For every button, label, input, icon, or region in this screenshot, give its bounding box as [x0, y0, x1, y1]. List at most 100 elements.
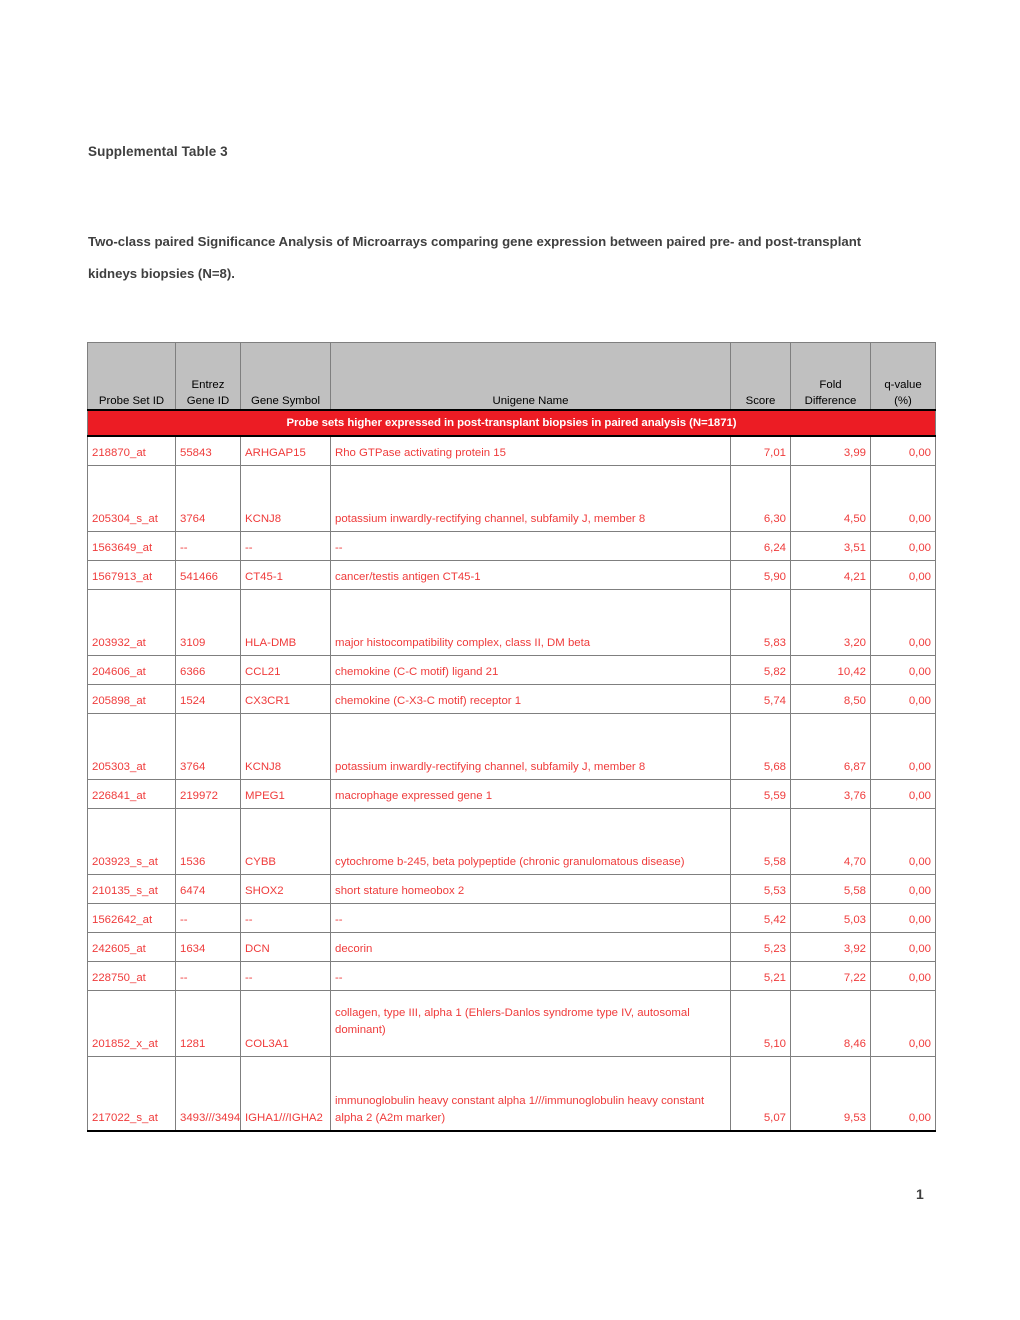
- cell-q-value: 0,00: [870, 713, 936, 780]
- caption-line-2: kidneys biopsies (N=8).: [88, 266, 235, 282]
- cell-score: 5,83: [730, 589, 791, 656]
- cell-probe-set-id: 242605_at: [87, 932, 176, 962]
- cell-fold-difference: 6,87: [790, 713, 871, 780]
- cell-entrez-gene-id: 55843: [175, 435, 241, 466]
- cell-q-value: 0,00: [870, 560, 936, 590]
- cell-unigene-name: chemokine (C-X3-C motif) receptor 1: [330, 684, 731, 714]
- cell-entrez-gene-id: 3493///3494: [175, 1056, 241, 1132]
- cell-gene-symbol: HLA-DMB: [240, 589, 331, 656]
- table-row: 1562642_at -- -- -- 5,42 5,03 0,00: [87, 903, 936, 933]
- cell-gene-symbol: SHOX2: [240, 874, 331, 904]
- cell-score: 5,59: [730, 779, 791, 809]
- cell-entrez-gene-id: 3764: [175, 465, 241, 532]
- cell-probe-set-id: 210135_s_at: [87, 874, 176, 904]
- table-row: 228750_at -- -- -- 5,21 7,22 0,00: [87, 961, 936, 991]
- cell-fold-difference: 8,46: [790, 990, 871, 1057]
- cell-gene-symbol: --: [240, 961, 331, 991]
- cell-q-value: 0,00: [870, 932, 936, 962]
- column-header-unigene-name: Unigene Name: [330, 342, 731, 411]
- cell-q-value: 0,00: [870, 961, 936, 991]
- cell-probe-set-id: 1562642_at: [87, 903, 176, 933]
- cell-entrez-gene-id: 3109: [175, 589, 241, 656]
- table-row: 203923_s_at 1536 CYBB cytochrome b-245, …: [87, 808, 936, 875]
- cell-q-value: 0,00: [870, 465, 936, 532]
- cell-entrez-gene-id: 6474: [175, 874, 241, 904]
- table-row: 205304_s_at 3764 KCNJ8 potassium inwardl…: [87, 465, 936, 532]
- caption-line-1: Two-class paired Significance Analysis o…: [88, 234, 862, 249]
- section-banner-label: Probe sets higher expressed in post-tran…: [87, 409, 936, 437]
- table-row: 205898_at 1524 CX3CR1 chemokine (C-X3-C …: [87, 684, 936, 714]
- table-row: 204606_at 6366 CCL21 chemokine (C-C moti…: [87, 655, 936, 685]
- cell-probe-set-id: 1563649_at: [87, 531, 176, 561]
- table-body: Probe sets higher expressed in post-tran…: [87, 409, 936, 1132]
- cell-score: 5,07: [730, 1056, 791, 1132]
- cell-unigene-name: cytochrome b-245, beta polypeptide (chro…: [330, 808, 731, 875]
- table-row: 226841_at 219972 MPEG1 macrophage expres…: [87, 779, 936, 809]
- cell-unigene-name: --: [330, 531, 731, 561]
- table-row: 1567913_at 541466 CT45-1 cancer/testis a…: [87, 560, 936, 590]
- cell-probe-set-id: 201852_x_at: [87, 990, 176, 1057]
- cell-probe-set-id: 226841_at: [87, 779, 176, 809]
- cell-unigene-name: Rho GTPase activating protein 15: [330, 435, 731, 466]
- cell-q-value: 0,00: [870, 779, 936, 809]
- document-page: Supplemental Table 3 Two-class paired Si…: [0, 0, 1020, 1320]
- cell-q-value: 0,00: [870, 655, 936, 685]
- cell-entrez-gene-id: --: [175, 961, 241, 991]
- table-row: 1563649_at -- -- -- 6,24 3,51 0,00: [87, 531, 936, 561]
- cell-unigene-name: --: [330, 903, 731, 933]
- cell-gene-symbol: CCL21: [240, 655, 331, 685]
- cell-fold-difference: 4,21: [790, 560, 871, 590]
- cell-unigene-name: major histocompatibility complex, class …: [330, 589, 731, 656]
- cell-q-value: 0,00: [870, 990, 936, 1057]
- table-row: 201852_x_at 1281 COL3A1 collagen, type I…: [87, 990, 936, 1057]
- table-row: 217022_s_at 3493///3494 IGHA1///IGHA2 im…: [87, 1056, 936, 1132]
- cell-unigene-name: immunoglobulin heavy constant alpha 1///…: [330, 1056, 731, 1132]
- cell-entrez-gene-id: 3764: [175, 713, 241, 780]
- cell-entrez-gene-id: 541466: [175, 560, 241, 590]
- cell-score: 5,58: [730, 808, 791, 875]
- table-row: 203932_at 3109 HLA-DMB major histocompat…: [87, 589, 936, 656]
- cell-q-value: 0,00: [870, 531, 936, 561]
- cell-q-value: 0,00: [870, 435, 936, 466]
- cell-fold-difference: 3,92: [790, 932, 871, 962]
- cell-fold-difference: 5,03: [790, 903, 871, 933]
- cell-fold-difference: 9,53: [790, 1056, 871, 1132]
- cell-gene-symbol: CT45-1: [240, 560, 331, 590]
- column-header-q-value: q-value (%): [870, 342, 936, 411]
- cell-fold-difference: 3,20: [790, 589, 871, 656]
- cell-gene-symbol: IGHA1///IGHA2: [240, 1056, 331, 1132]
- cell-unigene-name: potassium inwardly-rectifying channel, s…: [330, 465, 731, 532]
- cell-probe-set-id: 1567913_at: [87, 560, 176, 590]
- page-title: Supplemental Table 3: [88, 144, 228, 159]
- cell-q-value: 0,00: [870, 684, 936, 714]
- cell-fold-difference: 3,99: [790, 435, 871, 466]
- cell-probe-set-id: 205304_s_at: [87, 465, 176, 532]
- cell-fold-difference: 10,42: [790, 655, 871, 685]
- cell-q-value: 0,00: [870, 589, 936, 656]
- cell-score: 6,30: [730, 465, 791, 532]
- cell-gene-symbol: CX3CR1: [240, 684, 331, 714]
- cell-entrez-gene-id: 6366: [175, 655, 241, 685]
- cell-fold-difference: 5,58: [790, 874, 871, 904]
- cell-unigene-name: cancer/testis antigen CT45-1: [330, 560, 731, 590]
- cell-probe-set-id: 203923_s_at: [87, 808, 176, 875]
- cell-entrez-gene-id: --: [175, 531, 241, 561]
- cell-unigene-name: --: [330, 961, 731, 991]
- cell-unigene-name: potassium inwardly-rectifying channel, s…: [330, 713, 731, 780]
- cell-fold-difference: 8,50: [790, 684, 871, 714]
- cell-score: 5,74: [730, 684, 791, 714]
- column-header-fold-difference: Fold Difference: [790, 342, 871, 411]
- cell-q-value: 0,00: [870, 903, 936, 933]
- cell-score: 5,23: [730, 932, 791, 962]
- cell-score: 7,01: [730, 435, 791, 466]
- column-header-probe-set-id: Probe Set ID: [87, 342, 176, 411]
- cell-gene-symbol: DCN: [240, 932, 331, 962]
- cell-score: 5,90: [730, 560, 791, 590]
- cell-entrez-gene-id: 1634: [175, 932, 241, 962]
- cell-gene-symbol: KCNJ8: [240, 713, 331, 780]
- cell-fold-difference: 4,70: [790, 808, 871, 875]
- cell-score: 6,24: [730, 531, 791, 561]
- cell-probe-set-id: 205898_at: [87, 684, 176, 714]
- cell-entrez-gene-id: --: [175, 903, 241, 933]
- cell-score: 5,82: [730, 655, 791, 685]
